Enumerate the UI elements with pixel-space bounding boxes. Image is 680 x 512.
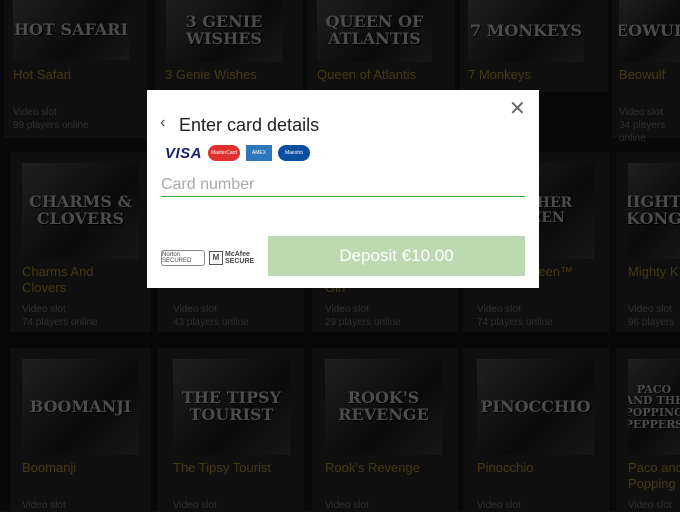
mastercard-logo: MasterCard	[208, 145, 241, 161]
security-seals: Norton SECURED M McAfee SECURE	[161, 250, 254, 266]
card-number-input[interactable]	[161, 174, 525, 197]
close-icon[interactable]: ✕	[509, 99, 526, 119]
mcafee-secure-seal: M McAfee SECURE	[209, 250, 254, 266]
visa-logo: VISA	[165, 144, 203, 162]
payment-logos: VISA MasterCard AMEX Maestro	[165, 144, 311, 162]
mcafee-shield-icon: M	[209, 251, 223, 265]
maestro-logo: Maestro	[278, 145, 311, 161]
back-arrow-icon[interactable]: ‹	[160, 114, 174, 132]
amex-logo: AMEX	[246, 145, 273, 161]
card-details-dialog: ‹ Enter card details ✕ VISA MasterCard A…	[147, 90, 539, 288]
dialog-title: Enter card details	[179, 115, 320, 135]
norton-secured-seal: Norton SECURED	[161, 250, 205, 266]
deposit-button[interactable]: Deposit €10.00	[268, 236, 525, 276]
